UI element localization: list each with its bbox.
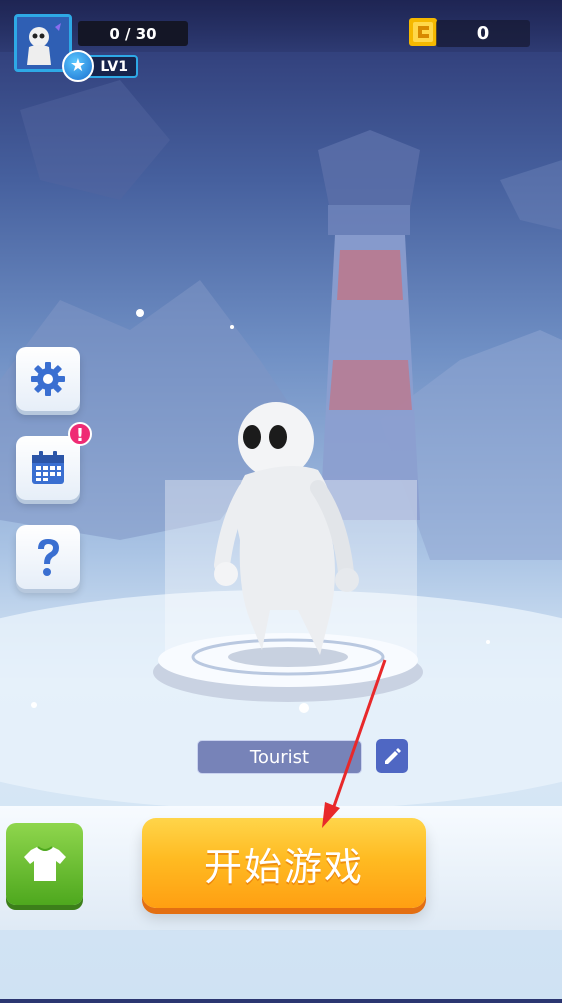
help-button[interactable] (16, 525, 80, 589)
xp-text: 0 / 30 (109, 24, 157, 43)
xp-bar: 0 / 30 (78, 21, 188, 46)
avatar-character-icon (17, 17, 69, 69)
player-name-field[interactable]: Tourist (197, 740, 362, 774)
star-icon: ★ (62, 50, 94, 82)
calendar-icon (32, 451, 64, 484)
start-game-label: 开始游戏 (203, 844, 364, 889)
calendar-alert-badge: ! (68, 422, 92, 446)
level-text: LV1 (100, 58, 128, 75)
coin-counter: 0 (436, 20, 530, 47)
start-game-button[interactable]: 开始游戏 (142, 818, 426, 908)
calendar-button[interactable] (16, 436, 80, 500)
player-name: Tourist (249, 746, 310, 768)
edit-name-button[interactable] (376, 739, 408, 773)
wardrobe-button[interactable] (6, 823, 83, 905)
pencil-icon (385, 748, 401, 764)
help-icon (38, 539, 59, 576)
coin-amount: 0 (476, 23, 490, 44)
coin-icon (409, 18, 437, 46)
settings-button[interactable] (16, 347, 80, 411)
tshirt-icon (23, 846, 66, 881)
gear-icon (31, 362, 65, 396)
